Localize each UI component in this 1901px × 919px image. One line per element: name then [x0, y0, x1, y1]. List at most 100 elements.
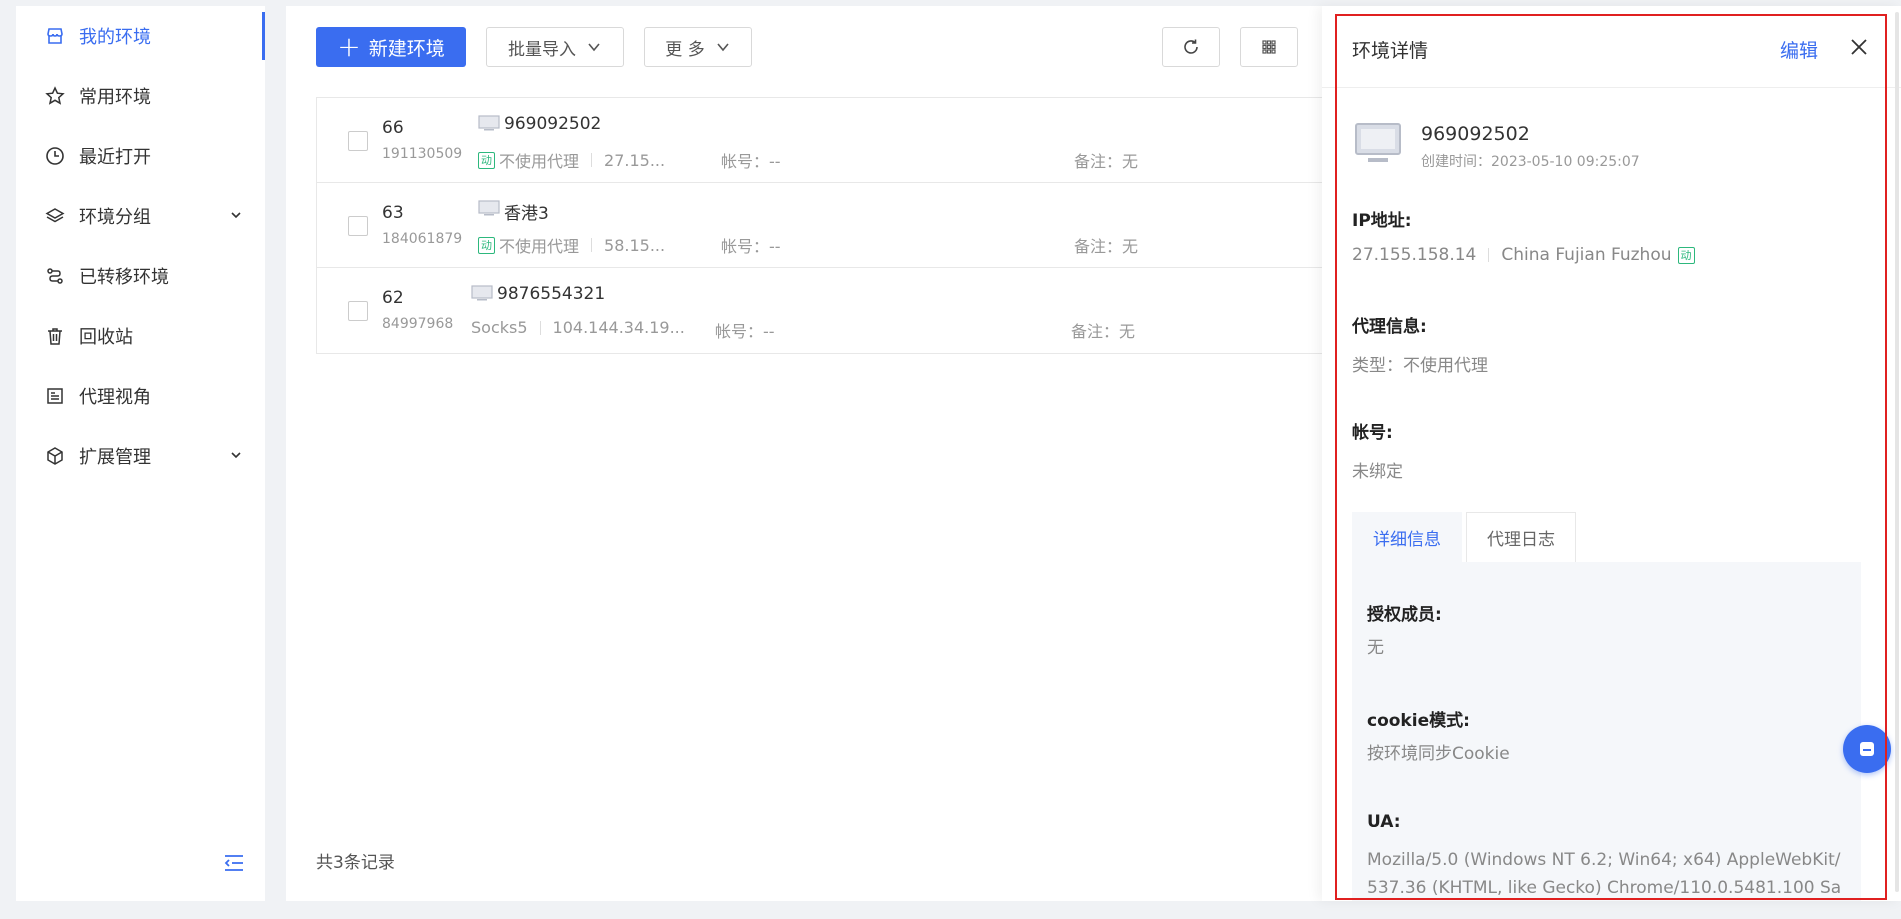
chevron-down-icon	[231, 452, 241, 459]
chevron-down-icon	[717, 43, 729, 52]
ip-value: 27.155.158.14	[1352, 245, 1477, 265]
close-icon[interactable]	[1848, 36, 1870, 58]
env-name[interactable]: 969092502	[504, 114, 601, 134]
auth-members-label: 授权成员:	[1367, 605, 1442, 625]
ua-value: Mozilla/5.0 (Windows NT 6.2; Win64; x64)…	[1367, 850, 1842, 898]
row-note: 备注：无	[1071, 322, 1136, 341]
sidebar-item-label: 我的环境	[79, 27, 151, 48]
sidebar-item-recent[interactable]: 最近打开	[16, 132, 265, 180]
environment-detail-panel: 环境详情 编辑 969092502 创建时间：2023-05-10 09:25:…	[1322, 6, 1901, 901]
proxy-info-label: 代理信息:	[1352, 317, 1427, 337]
dynamic-ip-badge: 动	[478, 236, 495, 254]
toolbar: + 新建环境 批量导入 更 多	[316, 27, 1322, 67]
sidebar-item-groups[interactable]: 环境分组	[16, 192, 265, 240]
proxy-info-value: 类型：不使用代理	[1352, 356, 1488, 376]
monitor-icon	[1355, 123, 1401, 162]
environment-table: 66 191130509 969092502 动 不使用代理 27.15... …	[316, 97, 1322, 354]
dynamic-ip-badge: 动	[1677, 246, 1695, 264]
row-uid: 84997968	[382, 316, 454, 332]
monitor-icon	[478, 200, 500, 216]
table-row[interactable]: 63 184061879 香港3 动 不使用代理 58.15... 帐号：-- …	[317, 183, 1322, 268]
chat-icon	[1860, 742, 1874, 756]
env-name[interactable]: 香港3	[504, 199, 549, 224]
more-button[interactable]: 更 多	[644, 27, 752, 67]
refresh-icon	[1184, 39, 1198, 54]
tab-details[interactable]: 详细信息	[1352, 512, 1462, 562]
divider	[591, 153, 593, 167]
row-note: 备注：无	[1074, 152, 1139, 171]
row-checkbox[interactable]	[348, 216, 368, 236]
new-environment-label: 新建环境	[368, 37, 445, 60]
row-account: 帐号：--	[721, 237, 781, 256]
sidebar-item-extensions[interactable]: 扩展管理	[16, 432, 265, 480]
star-icon	[45, 86, 65, 106]
column-settings-button[interactable]	[1240, 27, 1298, 67]
panel-title: 环境详情	[1352, 40, 1429, 62]
env-name: 969092502	[1421, 123, 1530, 145]
details-content: 授权成员: 无 cookie模式: 按环境同步Cookie UA: Mozill…	[1352, 562, 1861, 901]
chevron-down-icon	[588, 43, 600, 52]
account-value: 未绑定	[1352, 462, 1403, 482]
sidebar-item-proxy-view[interactable]: 代理视角	[16, 372, 265, 420]
monitor-icon	[478, 115, 500, 131]
transfer-icon	[45, 266, 65, 286]
sidebar-item-label: 扩展管理	[79, 447, 151, 468]
row-account: 帐号：--	[715, 322, 775, 341]
clock-icon	[45, 146, 65, 166]
batch-import-label: 批量导入	[508, 39, 576, 60]
proxy-ip: 58.15...	[604, 235, 666, 255]
collapse-sidebar-icon[interactable]	[222, 853, 246, 873]
chevron-down-icon	[231, 212, 241, 219]
ip-info: 27.155.158.14 China Fujian Fuzhou 动	[1352, 245, 1699, 265]
sidebar-item-my-environments[interactable]: 我的环境	[16, 12, 265, 60]
refresh-button[interactable]	[1162, 27, 1220, 67]
table-row[interactable]: 66 191130509 969092502 动 不使用代理 27.15... …	[317, 98, 1322, 183]
more-label: 更 多	[665, 39, 705, 60]
trash-icon	[45, 326, 65, 346]
created-time: 创建时间：2023-05-10 09:25:07	[1421, 154, 1640, 170]
support-chat-button[interactable]	[1843, 725, 1891, 773]
main-content: + 新建环境 批量导入 更 多 66 191130509 969092502 动	[286, 6, 1322, 901]
proxy-type: 不使用代理	[499, 152, 580, 171]
row-serial: 62	[382, 288, 404, 308]
proxy-type: Socks5	[471, 318, 528, 337]
monitor-icon	[471, 285, 493, 301]
cookie-mode-label: cookie模式:	[1367, 711, 1470, 731]
sidebar-item-favorites[interactable]: 常用环境	[16, 72, 265, 120]
grid-icon	[1262, 40, 1276, 54]
sidebar: 我的环境 常用环境 最近打开 环境分组 已转移环境 回收站 代理视角 扩展管理	[16, 6, 265, 901]
row-checkbox[interactable]	[348, 301, 368, 321]
panel-header: 环境详情 编辑	[1322, 6, 1901, 88]
sidebar-item-label: 回收站	[79, 327, 133, 348]
sidebar-item-label: 代理视角	[79, 387, 151, 408]
scrollbar[interactable]	[1895, 12, 1899, 892]
sidebar-item-transferred[interactable]: 已转移环境	[16, 252, 265, 300]
sidebar-item-recycle-bin[interactable]: 回收站	[16, 312, 265, 360]
sidebar-item-label: 常用环境	[79, 87, 151, 108]
row-account: 帐号：--	[721, 152, 781, 171]
store-icon	[45, 26, 65, 46]
proxy-ip: 27.15...	[604, 150, 666, 170]
row-proxy-info: 动 不使用代理 27.15...	[478, 148, 665, 172]
dynamic-ip-badge: 动	[478, 151, 495, 169]
env-name[interactable]: 9876554321	[497, 284, 605, 304]
row-uid: 191130509	[382, 146, 463, 162]
ip-label: IP地址:	[1352, 211, 1412, 231]
sidebar-item-label: 最近打开	[79, 147, 151, 168]
divider	[1488, 248, 1490, 262]
table-row[interactable]: 62 84997968 9876554321 Socks5 104.144.34…	[317, 268, 1322, 353]
row-serial: 66	[382, 118, 404, 138]
cookie-mode-value: 按环境同步Cookie	[1367, 744, 1510, 764]
row-proxy-info: Socks5 104.144.34.19...	[471, 318, 685, 337]
proxy-view-icon	[45, 386, 65, 406]
ip-location: China Fujian Fuzhou	[1501, 245, 1672, 265]
tab-proxy-log[interactable]: 代理日志	[1466, 512, 1576, 562]
sidebar-item-label: 环境分组	[79, 207, 151, 228]
batch-import-button[interactable]: 批量导入	[486, 27, 624, 67]
edit-link[interactable]: 编辑	[1780, 36, 1818, 63]
row-checkbox[interactable]	[348, 131, 368, 151]
extension-icon	[45, 446, 65, 466]
plus-icon: +	[337, 30, 361, 63]
detail-tabs: 详细信息 代理日志	[1352, 512, 1580, 562]
new-environment-button[interactable]: + 新建环境	[316, 27, 466, 67]
